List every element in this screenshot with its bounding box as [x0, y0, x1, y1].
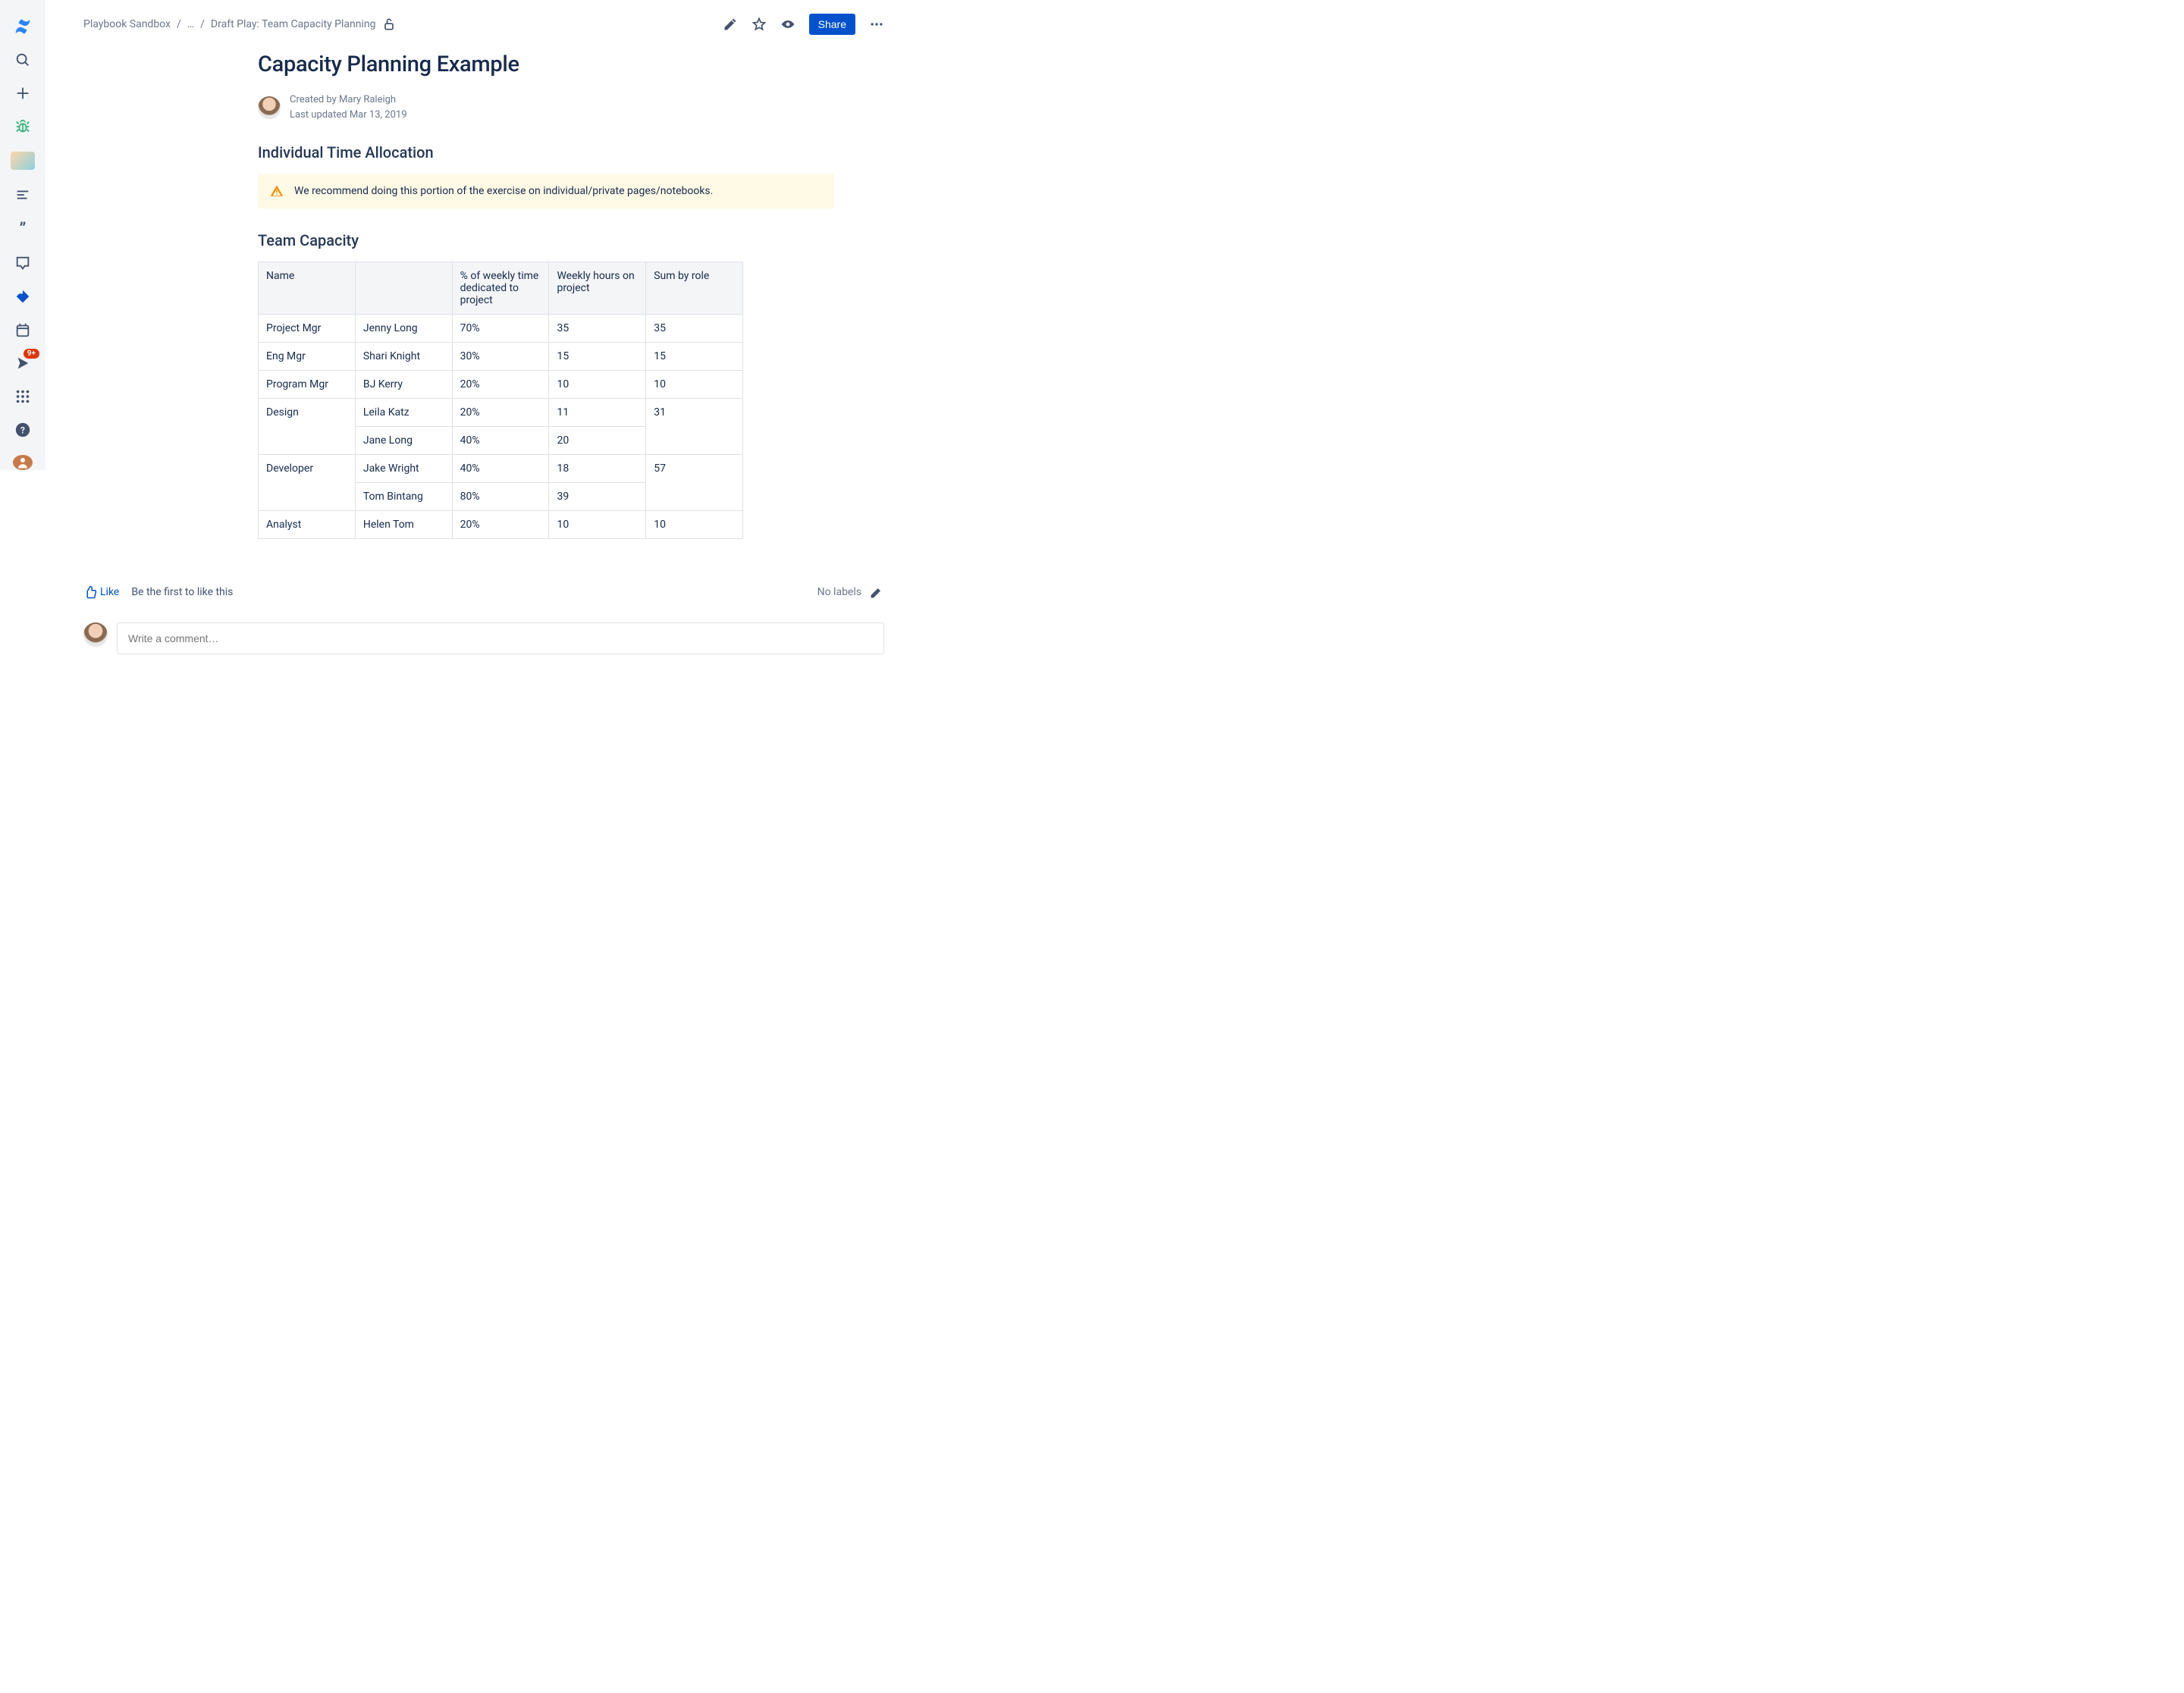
- breadcrumb-root[interactable]: Playbook Sandbox: [83, 18, 171, 30]
- cell-sum: 57: [646, 455, 743, 511]
- table-row: Eng Mgr Shari Knight 30% 15 15: [259, 343, 743, 371]
- like-prompt: Be the first to like this: [131, 586, 233, 598]
- svg-text:?: ?: [20, 425, 25, 436]
- cell-hours: 11: [549, 399, 646, 427]
- table-row: Design Leila Katz 20% 11 31: [259, 399, 743, 427]
- table-row: Program Mgr BJ Kerry 20% 10 10: [259, 371, 743, 399]
- cell-person: BJ Kerry: [355, 371, 452, 399]
- comment-composer: [83, 622, 884, 654]
- section-heading-team: Team Capacity: [258, 231, 834, 249]
- breadcrumb-separator: /: [200, 18, 205, 30]
- cell-sum: 31: [646, 399, 743, 455]
- cell-hours: 20: [549, 427, 646, 455]
- th-sum: Sum by role: [646, 262, 743, 315]
- table-row: Developer Jake Wright 40% 18 57: [259, 455, 743, 483]
- edit-icon[interactable]: [723, 17, 738, 32]
- cell-sum: 10: [646, 511, 743, 539]
- cell-role: Project Mgr: [259, 315, 356, 343]
- cell-percent: 20%: [452, 399, 549, 427]
- cell-hours: 10: [549, 371, 646, 399]
- cell-percent: 80%: [452, 483, 549, 511]
- page-footer: Like Be the first to like this No labels: [83, 585, 884, 600]
- section-heading-individual: Individual Time Allocation: [258, 143, 834, 161]
- create-icon[interactable]: [14, 85, 32, 102]
- page-actions: Share: [723, 14, 884, 35]
- comment-icon[interactable]: [14, 255, 32, 271]
- cell-sum: 10: [646, 371, 743, 399]
- cell-sum: 35: [646, 315, 743, 343]
- confluence-logo-icon[interactable]: [14, 18, 32, 35]
- breadcrumb-separator: /: [177, 18, 181, 30]
- help-icon[interactable]: ?: [14, 422, 32, 438]
- th-percent: % of weekly time dedicated to project: [452, 262, 549, 315]
- breadcrumb-ellipsis[interactable]: …: [187, 18, 194, 30]
- user-profile-avatar[interactable]: [13, 455, 33, 470]
- info-panel: We recommend doing this portion of the e…: [258, 174, 834, 208]
- cell-person: Shari Knight: [355, 343, 452, 371]
- th-name: Name: [259, 262, 356, 315]
- table-row: Project Mgr Jenny Long 70% 35 35: [259, 315, 743, 343]
- cell-percent: 20%: [452, 511, 549, 539]
- author-avatar[interactable]: [258, 96, 281, 119]
- table-row: Analyst Helen Tom 20% 10 10: [259, 511, 743, 539]
- star-icon[interactable]: [752, 17, 767, 32]
- cell-role: Analyst: [259, 511, 356, 539]
- cell-hours: 15: [549, 343, 646, 371]
- breadcrumb: Playbook Sandbox / … / Draft Play: Team …: [83, 17, 397, 32]
- search-icon[interactable]: [14, 52, 32, 68]
- cell-role: Eng Mgr: [259, 343, 356, 371]
- cell-percent: 40%: [452, 427, 549, 455]
- unlocked-icon[interactable]: [381, 17, 397, 32]
- current-user-avatar[interactable]: [83, 622, 108, 647]
- calendar-icon[interactable]: [14, 321, 32, 338]
- last-updated-text: Last updated Mar 13, 2019: [290, 108, 407, 123]
- app-switcher-icon[interactable]: [14, 388, 32, 405]
- share-button[interactable]: Share: [809, 14, 855, 35]
- byline: Created by Mary Raleigh Last updated Mar…: [258, 92, 834, 122]
- tag-icon[interactable]: [14, 288, 32, 305]
- cell-hours: 18: [549, 455, 646, 483]
- edit-labels-icon[interactable]: [869, 585, 884, 600]
- page-title: Capacity Planning Example: [258, 52, 834, 77]
- cell-person: Jane Long: [355, 427, 452, 455]
- cell-percent: 40%: [452, 455, 549, 483]
- cell-person: Helen Tom: [355, 511, 452, 539]
- cell-sum: 15: [646, 343, 743, 371]
- watch-icon[interactable]: [780, 17, 795, 32]
- cell-person: Jake Wright: [355, 455, 452, 483]
- th-hours: Weekly hours on project: [549, 262, 646, 315]
- info-panel-text: We recommend doing this portion of the e…: [294, 185, 713, 197]
- cell-person: Leila Katz: [355, 399, 452, 427]
- cell-hours: 35: [549, 315, 646, 343]
- cell-role: Developer: [259, 455, 356, 511]
- cell-person: Tom Bintang: [355, 483, 452, 511]
- created-by-text: Created by Mary Raleigh: [290, 92, 407, 108]
- space-avatar-icon[interactable]: [11, 152, 35, 170]
- comment-input[interactable]: [117, 622, 884, 654]
- warning-icon: [270, 184, 284, 198]
- cell-role: Design: [259, 399, 356, 455]
- capacity-table: Name % of weekly time dedicated to proje…: [258, 262, 743, 539]
- breadcrumb-current[interactable]: Draft Play: Team Capacity Planning: [211, 18, 376, 30]
- align-left-icon[interactable]: [14, 187, 32, 203]
- cell-percent: 70%: [452, 315, 549, 343]
- page-header-bar: Playbook Sandbox / … / Draft Play: Team …: [83, 14, 884, 35]
- notification-badge: 9+: [24, 349, 39, 359]
- quote-icon[interactable]: ”: [14, 220, 32, 238]
- like-label: Like: [100, 586, 119, 598]
- table-header-row: Name % of weekly time dedicated to proje…: [259, 262, 743, 315]
- no-labels-text: No labels: [817, 586, 861, 598]
- left-navigation-rail: ” 9+ ?: [0, 0, 46, 470]
- cell-percent: 30%: [452, 343, 549, 371]
- cell-person: Jenny Long: [355, 315, 452, 343]
- th-blank: [355, 262, 452, 315]
- notifications-icon[interactable]: 9+: [14, 355, 32, 372]
- cell-hours: 39: [549, 483, 646, 511]
- bug-icon[interactable]: [14, 118, 32, 135]
- more-actions-icon[interactable]: [869, 17, 884, 32]
- cell-role: Program Mgr: [259, 371, 356, 399]
- like-button[interactable]: Like: [83, 585, 119, 599]
- cell-percent: 20%: [452, 371, 549, 399]
- cell-hours: 10: [549, 511, 646, 539]
